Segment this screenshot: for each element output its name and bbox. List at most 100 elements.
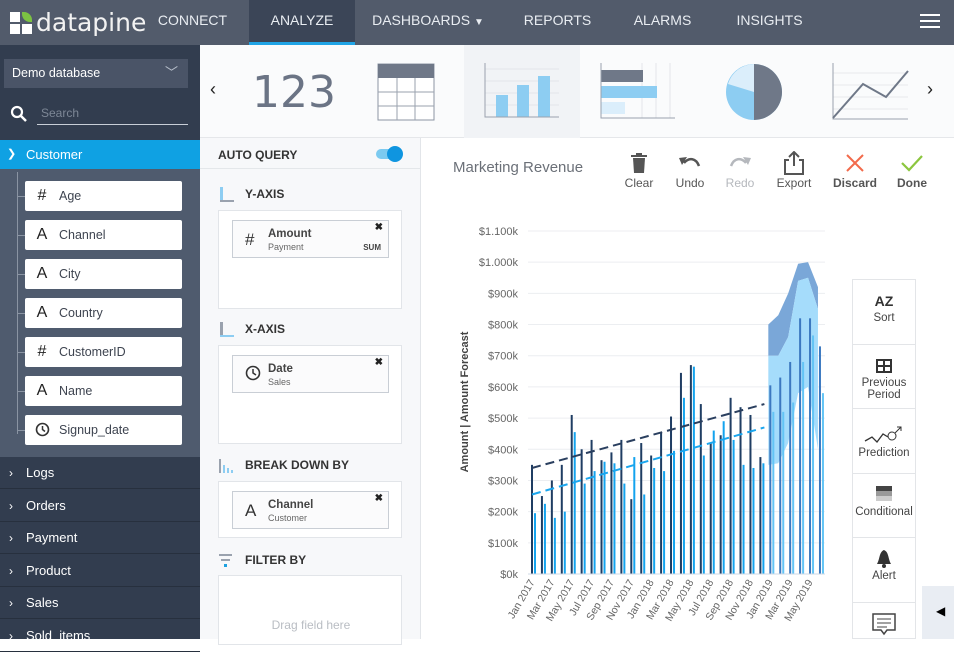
x-axis-dropzone[interactable]: DateSales✖ (218, 345, 402, 444)
hamburger-icon[interactable] (920, 14, 940, 32)
close-icon[interactable]: ✖ (375, 357, 383, 368)
bar-chart-icon (484, 63, 564, 123)
y-tick-label: $1.000k (479, 257, 519, 269)
field-country[interactable]: ACountry (25, 298, 182, 328)
database-select[interactable]: Demo database﹀ (4, 59, 188, 88)
discard-label: Discard (833, 176, 877, 190)
y-tick-label: $1.100k (479, 226, 519, 238)
filter-dropzone[interactable]: Drag field here (218, 575, 402, 645)
analysis-tools: AZSort PreviousPeriod Prediction Conditi… (852, 279, 916, 639)
field-city[interactable]: ACity (25, 259, 182, 289)
aggregation-label[interactable]: SUM (363, 243, 381, 252)
breakdown-dropzone[interactable]: AChannelCustomer✖ (218, 481, 402, 538)
bar-dark (730, 398, 732, 574)
table-logs[interactable]: ›Logs (0, 457, 200, 489)
breakdown-title: BREAK DOWN BY (245, 458, 349, 472)
search-input[interactable] (37, 101, 188, 125)
close-icon[interactable]: ✖ (375, 493, 383, 504)
sort-button[interactable]: AZSort (853, 280, 915, 345)
y-axis-dropzone[interactable]: #AmountPayment✖SUM (218, 210, 402, 309)
field-chip-date[interactable]: DateSales✖ (232, 355, 389, 393)
redo-button[interactable]: Redo (720, 150, 760, 190)
done-button[interactable]: Done (893, 150, 931, 190)
table-payment[interactable]: ›Payment (0, 522, 200, 554)
bar-dark (799, 318, 801, 574)
nav-analyze[interactable]: ANALYZE (249, 0, 355, 45)
y-tick-label: $0k (500, 569, 518, 581)
discard-button[interactable]: Discard (831, 150, 879, 190)
chart-type-pie[interactable] (726, 64, 784, 122)
chart-type-bar-selected[interactable] (464, 45, 580, 138)
bar-dark (541, 496, 543, 574)
previous-period-label: Previous (853, 377, 915, 389)
close-icon[interactable]: ✖ (375, 222, 383, 233)
bar-light (564, 512, 566, 574)
auto-query-toggle[interactable] (376, 149, 402, 159)
field-signup_date[interactable]: Signup_date (25, 415, 182, 445)
bar-dark (630, 499, 632, 574)
filter-section: FILTER BY (218, 553, 236, 572)
bar-light (693, 367, 695, 574)
prediction-icon (853, 425, 915, 447)
table-sold_items[interactable]: ›Sold_items (0, 620, 200, 652)
bar-light (792, 403, 794, 575)
bar-dark (680, 373, 682, 574)
chip-source: Payment (268, 242, 304, 252)
bell-icon (853, 548, 915, 570)
auto-query-row: AUTO QUERY (200, 138, 420, 169)
y-tick-label: $300k (488, 475, 518, 487)
bar-dark (720, 435, 722, 574)
close-icon (831, 150, 879, 176)
text-type-icon: A (35, 298, 49, 328)
chart-type-bar: ‹ 123 › (200, 45, 954, 138)
field-age[interactable]: #Age (25, 181, 182, 211)
next-arrow[interactable]: › (927, 79, 933, 100)
chart-type-number[interactable]: 123 (252, 67, 336, 118)
previous-period-button[interactable]: PreviousPeriod (853, 345, 915, 410)
chart-type-table[interactable] (377, 63, 435, 121)
chart-type-horizontal-bar[interactable] (600, 63, 678, 123)
table-orders[interactable]: ›Orders (0, 490, 200, 522)
conditional-button[interactable]: Conditional (853, 474, 915, 539)
clear-button[interactable]: Clear (620, 150, 658, 190)
comment-button[interactable] (853, 603, 915, 667)
panel-toggle[interactable]: ◀ (922, 586, 954, 639)
table-customer[interactable]: ❯Customer (0, 140, 200, 169)
alert-label: Alert (872, 570, 896, 582)
bar-light (802, 362, 804, 574)
nav-connect[interactable]: CONNECT (145, 0, 240, 45)
table-sales[interactable]: ›Sales (0, 587, 200, 619)
export-label: Export (777, 176, 812, 190)
filter-icon (218, 553, 236, 569)
field-chip-amount[interactable]: #AmountPayment✖SUM (232, 220, 389, 258)
table-product[interactable]: ›Product (0, 555, 200, 587)
text-type-icon: A (35, 259, 49, 289)
bar-dark (581, 449, 583, 574)
undo-button[interactable]: Undo (670, 150, 710, 190)
prediction-button[interactable]: Prediction (853, 409, 915, 474)
field-customerid[interactable]: #CustomerID (25, 337, 182, 367)
chart-type-line[interactable] (832, 63, 910, 123)
export-button[interactable]: Export (772, 150, 816, 190)
chart-title[interactable]: Marketing Revenue (453, 159, 583, 176)
trend-line-dark (532, 404, 764, 468)
field-chip-channel[interactable]: AChannelCustomer✖ (232, 491, 389, 529)
field-channel[interactable]: AChannel (25, 220, 182, 250)
nav-dashboards[interactable]: DASHBOARDS ▼ (368, 0, 488, 45)
breakdown-section: BREAK DOWN BY (218, 458, 236, 477)
prev-arrow[interactable]: ‹ (210, 79, 216, 100)
text-type-icon: A (35, 376, 49, 406)
chip-source: Sales (268, 377, 291, 387)
undo-label: Undo (676, 176, 705, 190)
bar-light (623, 484, 625, 574)
field-name[interactable]: AName (25, 376, 182, 406)
top-nav: datapine CONNECT ANALYZE DASHBOARDS ▼ RE… (0, 0, 954, 45)
trend-line-light (532, 427, 764, 494)
nav-insights[interactable]: INSIGHTS (727, 0, 812, 45)
nav-alarms[interactable]: ALARMS (625, 0, 700, 45)
bar-light (643, 494, 645, 574)
alert-button[interactable]: Alert (853, 538, 915, 603)
caret-down-icon: ▼ (474, 17, 484, 28)
nav-reports[interactable]: REPORTS (515, 0, 600, 45)
logo[interactable]: datapine (10, 8, 146, 37)
